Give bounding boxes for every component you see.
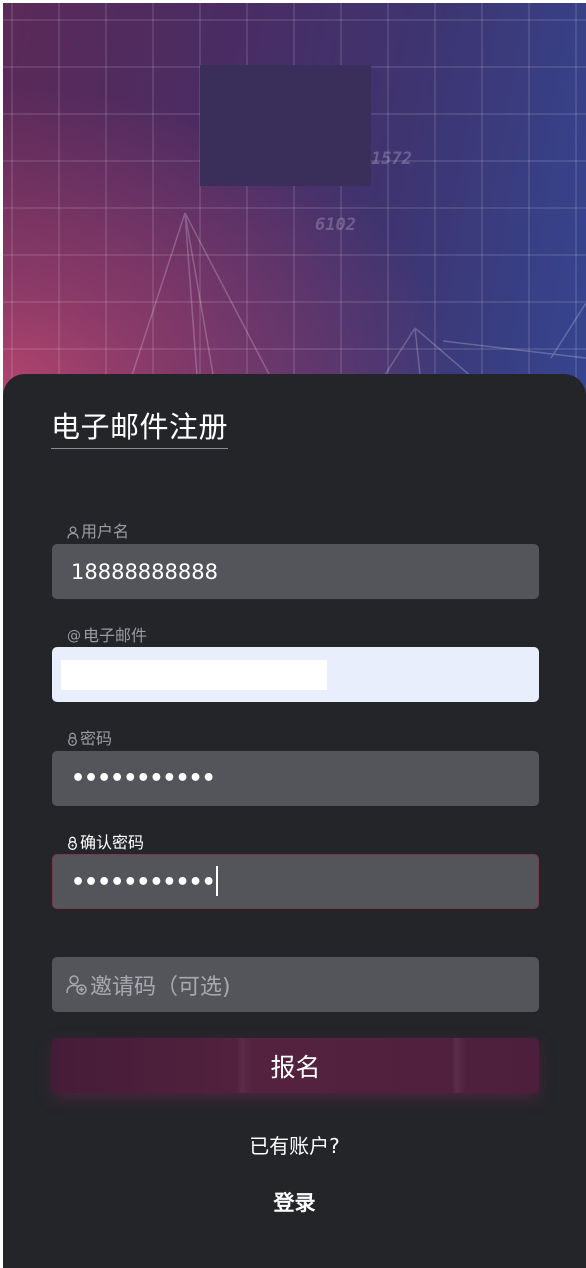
username-input[interactable] xyxy=(52,544,539,599)
password-label-text: 密码 xyxy=(80,729,113,748)
wireframe-graphic xyxy=(122,212,586,403)
page-title: 电子邮件注册 xyxy=(51,408,229,449)
email-label: @ 电子邮件 xyxy=(67,626,147,646)
confirm-password-field[interactable]: ••••••••••• xyxy=(52,854,539,909)
lock-icon xyxy=(68,732,77,746)
lock-icon xyxy=(68,836,77,850)
hero-text-number: 6102 xyxy=(315,215,356,235)
hero-image-placeholder xyxy=(200,65,371,186)
user-icon xyxy=(67,525,79,539)
email-input[interactable] xyxy=(52,647,539,702)
username-label: 用户名 xyxy=(67,522,129,542)
signup-card: 电子邮件注册 用户名 @ 电子邮件 密 xyxy=(3,374,586,1268)
confirm-password-masked-value: ••••••••••• xyxy=(71,870,216,895)
signup-page: 1572 6102 电子邮件注册 用户名 @ 电子邮件 xyxy=(0,0,586,1268)
email-label-text: 电子邮件 xyxy=(83,626,148,645)
hero-background: 1572 6102 xyxy=(3,3,586,403)
confirm-password-label-text: 确认密码 xyxy=(80,833,145,852)
login-link[interactable]: 登录 xyxy=(3,1187,586,1217)
hero-text-number: 1572 xyxy=(371,149,412,169)
password-field[interactable]: ••••••••••• xyxy=(52,751,539,806)
password-masked-value: ••••••••••• xyxy=(71,766,216,791)
invite-code-placeholder: 邀请码（可选) xyxy=(66,957,231,1012)
text-caret xyxy=(215,866,218,896)
invite-code-placeholder-text: 邀请码（可选) xyxy=(90,974,231,1000)
password-label: 密码 xyxy=(67,729,112,749)
user-add-icon xyxy=(66,974,87,995)
email-field[interactable] xyxy=(52,647,539,702)
username-label-text: 用户名 xyxy=(81,522,130,541)
at-icon: @ xyxy=(67,628,81,644)
username-field[interactable] xyxy=(52,544,539,599)
confirm-password-value-wrap: ••••••••••• xyxy=(71,855,218,910)
invite-code-field[interactable]: 邀请码（可选) xyxy=(52,957,539,1012)
signup-button[interactable]: 报名 xyxy=(52,1038,539,1093)
confirm-password-label: 确认密码 xyxy=(67,833,144,853)
have-account-text: 已有账户? xyxy=(249,1134,340,1158)
